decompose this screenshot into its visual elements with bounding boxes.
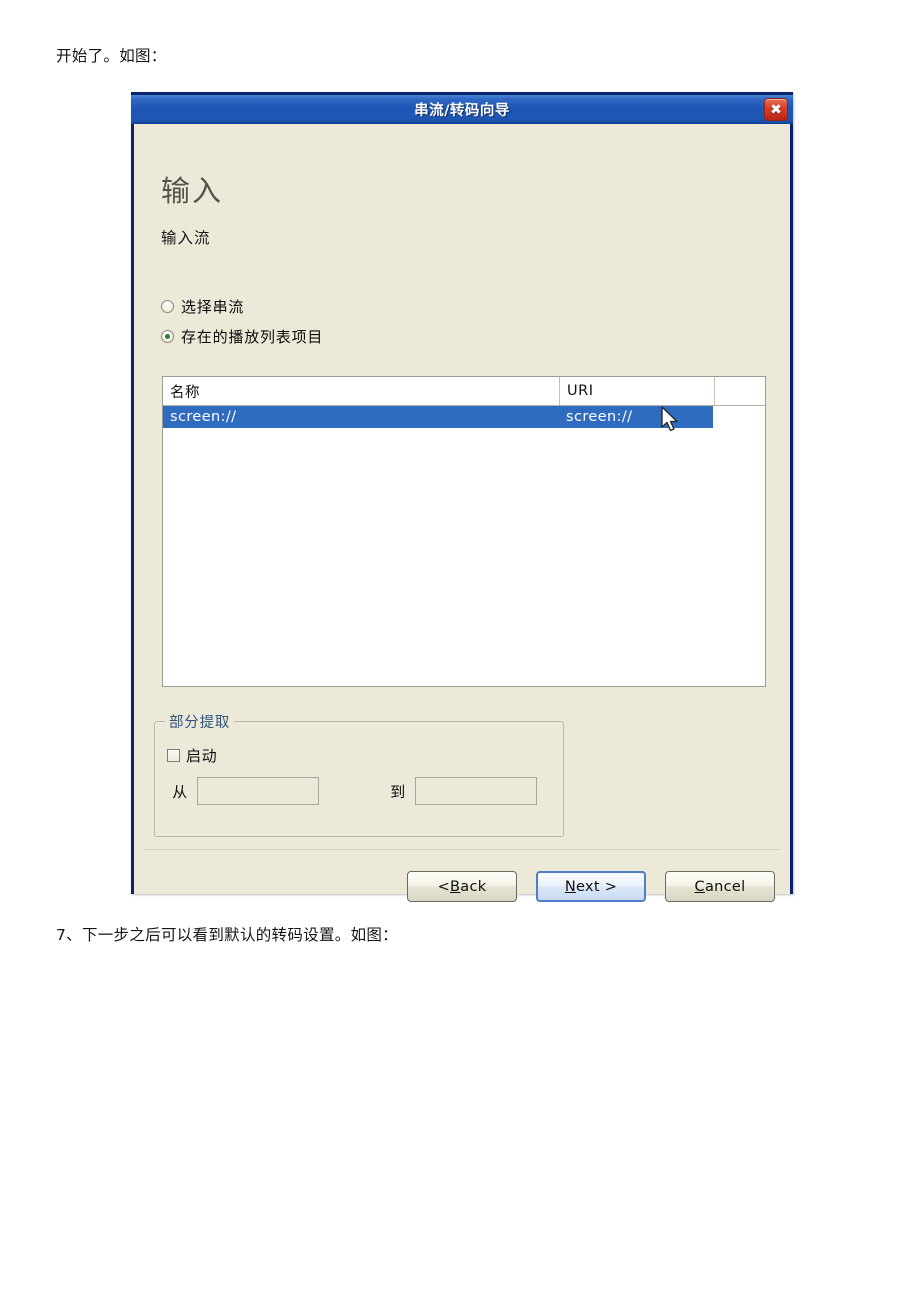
cell-name: screen:// xyxy=(170,409,237,425)
dialog-body: 输入 输入流 选择串流 存在的播放列表项目 名称 URI screen:// s… xyxy=(134,124,790,902)
radio-icon-unselected xyxy=(161,300,174,313)
footer-separator xyxy=(144,849,780,850)
radio-label-existing-playlist-item: 存在的播放列表项目 xyxy=(181,328,324,346)
partial-extract-group: 部分提取 启动 从 到 xyxy=(154,711,564,837)
label-to: 到 xyxy=(390,782,406,801)
cancel-button-mnemonic: C xyxy=(694,878,705,895)
radio-icon-selected xyxy=(161,330,174,343)
radio-option-select-stream[interactable]: 选择串流 xyxy=(161,296,244,317)
stream-transcode-wizard-dialog: 串流/转码向导 ✖ 输入 输入流 选择串流 存在的播放列表项目 名称 URI s… xyxy=(131,92,793,902)
outro-paragraph: 7、下一步之后可以看到默认的转码设置。如图： xyxy=(56,926,398,944)
table-header-row: 名称 URI xyxy=(163,377,765,406)
partial-extract-legend: 部分提取 xyxy=(165,711,235,732)
next-button-mnemonic: N xyxy=(564,878,576,895)
dialog-titlebar: 串流/转码向导 ✖ xyxy=(131,92,793,124)
partial-extract-range-row: 从 到 xyxy=(163,777,537,805)
back-button-mnemonic: B xyxy=(450,878,461,895)
column-header-name[interactable]: 名称 xyxy=(163,377,559,405)
table-row[interactable]: screen:// screen:// xyxy=(163,406,713,428)
input-to[interactable] xyxy=(415,777,537,805)
back-button[interactable]: < Back xyxy=(407,871,517,902)
cancel-button-rest: ancel xyxy=(704,878,746,895)
close-icon[interactable]: ✖ xyxy=(764,98,788,121)
checkbox-icon-unchecked xyxy=(167,749,180,762)
radio-option-existing-playlist-item[interactable]: 存在的播放列表项目 xyxy=(161,326,323,347)
column-header-extra[interactable] xyxy=(714,377,765,405)
playlist-table[interactable]: 名称 URI screen:// screen:// xyxy=(162,376,766,687)
dialog-title: 串流/转码向导 xyxy=(414,103,510,119)
cell-uri: screen:// xyxy=(566,409,633,425)
next-button[interactable]: Next > xyxy=(536,871,646,902)
back-button-rest: ack xyxy=(460,878,487,895)
cancel-button[interactable]: Cancel xyxy=(665,871,775,902)
back-button-prefix: < xyxy=(437,878,451,895)
intro-paragraph: 开始了。如图： xyxy=(56,47,167,65)
label-from: 从 xyxy=(172,782,188,801)
radio-label-select-stream: 选择串流 xyxy=(181,298,245,316)
page-subtitle: 输入流 xyxy=(161,229,211,247)
close-glyph: ✖ xyxy=(770,101,782,118)
column-header-uri[interactable]: URI xyxy=(559,377,714,405)
input-from[interactable] xyxy=(197,777,319,805)
page-title: 输入 xyxy=(161,174,224,208)
next-button-rest: ext > xyxy=(575,878,618,895)
checkbox-label-enable: 启动 xyxy=(186,747,218,765)
footer-button-bar: < Back Next > Cancel xyxy=(134,871,790,902)
checkbox-enable-partial-extract[interactable]: 启动 xyxy=(167,745,217,766)
